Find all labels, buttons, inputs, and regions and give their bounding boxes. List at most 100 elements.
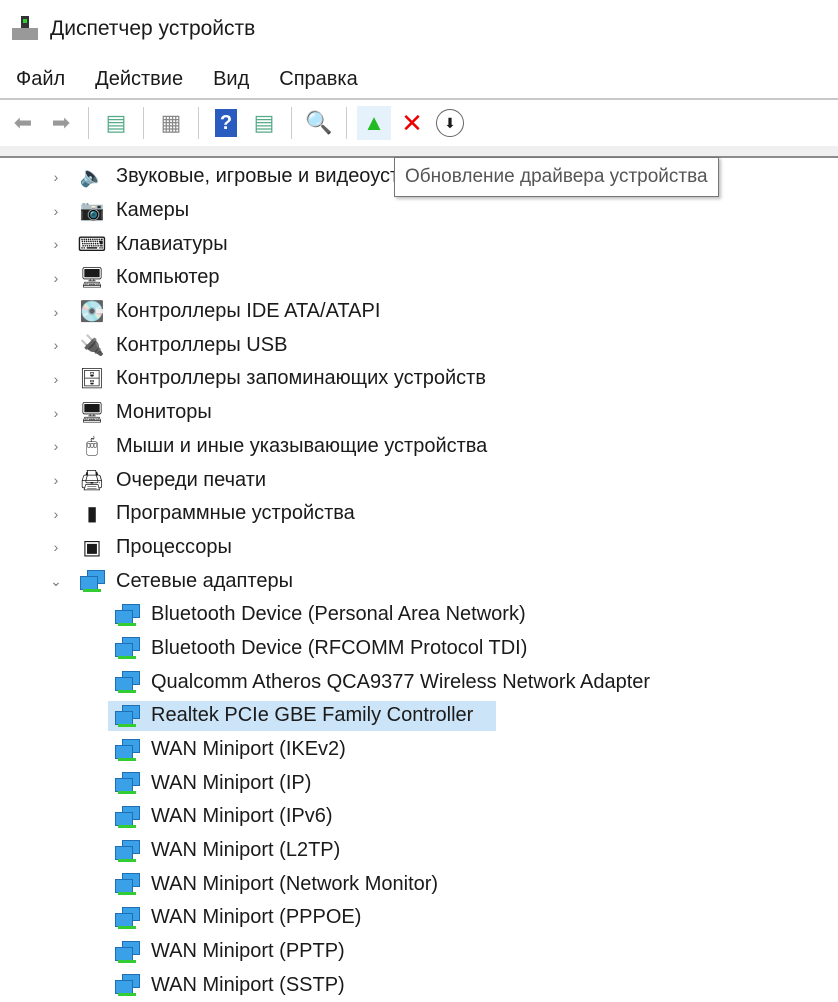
category-icon: ▮ (78, 502, 106, 526)
tree-item-network-adapter[interactable]: Bluetooth Device (Personal Area Network) (0, 598, 838, 632)
adapter-label: Realtek PCIe GBE Family Controller (151, 704, 473, 727)
category-icon: 📷 (78, 199, 106, 223)
menu-action[interactable]: Действие (79, 64, 197, 94)
device-manager-icon (12, 16, 38, 42)
category-icon: 💽 (78, 300, 106, 324)
tree-category[interactable]: › ⌨ Клавиатуры (0, 227, 838, 261)
category-icon: 🖥 (78, 266, 106, 290)
category-label: Мыши и иные указывающие устройства (116, 435, 487, 458)
chevron-right-icon[interactable]: › (50, 169, 62, 185)
category-label: Программные устройства (116, 502, 355, 525)
network-adapter-icon (113, 771, 141, 795)
menu-view[interactable]: Вид (197, 64, 263, 94)
update-driver-tooltip: Обновление драйвера устройства (394, 157, 719, 197)
category-icon: 🗄 (78, 367, 106, 391)
properties-button[interactable]: ▦ (154, 106, 188, 140)
scan-hardware-button[interactable]: 🔍 (302, 106, 336, 140)
adapter-label: Bluetooth Device (Personal Area Network) (151, 603, 526, 626)
category-icon: 🖥 (78, 401, 106, 425)
tree-item-network-adapter[interactable]: Realtek PCIe GBE Family Controller (0, 699, 838, 733)
network-adapter-icon (113, 738, 141, 762)
tree-category[interactable]: › 🔌 Контроллеры USB (0, 328, 838, 362)
tree-item-network-adapter[interactable]: WAN Miniport (L2TP) (0, 834, 838, 868)
chevron-right-icon[interactable]: › (50, 405, 62, 421)
tree-item-network-adapter[interactable]: WAN Miniport (PPPOE) (0, 901, 838, 935)
category-label: Процессоры (116, 536, 232, 559)
chevron-right-icon[interactable]: › (50, 304, 62, 320)
chevron-right-icon[interactable]: › (50, 203, 62, 219)
menu-file[interactable]: Файл (0, 64, 79, 94)
tree-category[interactable]: ⌄ Сетевые адаптеры (0, 564, 838, 598)
chevron-right-icon[interactable]: › (50, 371, 62, 387)
chevron-right-icon[interactable]: › (50, 506, 62, 522)
tree-item-network-adapter[interactable]: Bluetooth Device (RFCOMM Protocol TDI) (0, 632, 838, 666)
chevron-right-icon[interactable]: › (50, 337, 62, 353)
divider (0, 98, 838, 100)
chevron-right-icon[interactable]: › (50, 270, 62, 286)
chevron-right-icon[interactable]: › (50, 236, 62, 252)
toolbar-separator (291, 107, 292, 139)
tree-category[interactable]: › 💽 Контроллеры IDE ATA/ATAPI (0, 295, 838, 329)
adapter-label: WAN Miniport (L2TP) (151, 839, 340, 862)
tree-category[interactable]: › 🗄 Контроллеры запоминающих устройств (0, 362, 838, 396)
tree-item-network-adapter[interactable]: WAN Miniport (IKEv2) (0, 733, 838, 767)
network-adapter-icon (113, 704, 141, 728)
tree-category[interactable]: › ▮ Программные устройства (0, 497, 838, 531)
adapter-label: Qualcomm Atheros QCA9377 Wireless Networ… (151, 671, 650, 694)
toolbar-separator (143, 107, 144, 139)
tree-item-network-adapter[interactable]: WAN Miniport (SSTP) (0, 969, 838, 1002)
update-driver-button[interactable]: ▲ (357, 106, 391, 140)
disable-device-button[interactable]: ⬇ (433, 106, 467, 140)
chevron-down-icon[interactable]: ⌄ (50, 573, 62, 590)
chevron-right-icon[interactable]: › (50, 438, 62, 454)
tree-category[interactable]: › 📷 Камеры (0, 194, 838, 228)
network-adapter-icon (113, 906, 141, 930)
tree-category[interactable]: › 🖨 Очереди печати (0, 463, 838, 497)
help-icon: ? (215, 109, 237, 137)
tree-category[interactable]: › 🖱 Мыши и иные указывающие устройства (0, 430, 838, 464)
chevron-right-icon[interactable]: › (50, 472, 62, 488)
tree-item-network-adapter[interactable]: WAN Miniport (Network Monitor) (0, 867, 838, 901)
adapter-label: WAN Miniport (PPTP) (151, 940, 345, 963)
category-icon: ⌨ (78, 232, 106, 256)
tree-item-network-adapter[interactable]: WAN Miniport (IPv6) (0, 800, 838, 834)
uninstall-device-button[interactable]: ✕ (395, 106, 429, 140)
adapter-label: WAN Miniport (IKEv2) (151, 738, 346, 761)
category-label: Очереди печати (116, 469, 266, 492)
window-title-bar: Диспетчер устройств (12, 12, 255, 46)
category-label: Сетевые адаптеры (116, 570, 293, 593)
tree-category[interactable]: › 🖥 Мониторы (0, 396, 838, 430)
help-button[interactable]: ? (209, 106, 243, 140)
adapter-label: WAN Miniport (PPPOE) (151, 906, 361, 929)
toolbar-separator (198, 107, 199, 139)
show-action-pane-button[interactable]: ▤ (247, 106, 281, 140)
show-hide-console-tree-button[interactable]: ▤ (99, 106, 133, 140)
tree-item-network-adapter[interactable]: Qualcomm Atheros QCA9377 Wireless Networ… (0, 665, 838, 699)
tree-category[interactable]: › ▣ Процессоры (0, 531, 838, 565)
menu-help[interactable]: Справка (263, 64, 371, 94)
category-icon: 🔈 (78, 165, 106, 189)
network-adapter-icon (113, 805, 141, 829)
category-icon: 🔌 (78, 333, 106, 357)
tree-item-network-adapter[interactable]: WAN Miniport (PPTP) (0, 935, 838, 969)
window-title: Диспетчер устройств (50, 17, 255, 41)
category-icon (78, 569, 106, 593)
category-label: Контроллеры USB (116, 334, 287, 357)
category-icon: ▣ (78, 535, 106, 559)
tree-item-network-adapter[interactable]: WAN Miniport (IP) (0, 766, 838, 800)
adapter-label: WAN Miniport (SSTP) (151, 974, 345, 997)
forward-button[interactable]: ➡ (44, 106, 78, 140)
back-button[interactable]: ⬅ (6, 106, 40, 140)
category-icon: 🖱 (78, 434, 106, 458)
tree-category[interactable]: › 🖥 Компьютер (0, 261, 838, 295)
network-adapter-icon (113, 940, 141, 964)
toolbar: ⬅ ➡ ▤ ▦ ? ▤ 🔍 ▲ ✕ ⬇ (4, 104, 469, 142)
category-icon: 🖨 (78, 468, 106, 492)
toolbar-separator (346, 107, 347, 139)
adapter-label: Bluetooth Device (RFCOMM Protocol TDI) (151, 637, 527, 660)
category-label: Камеры (116, 199, 189, 222)
network-adapter-icon (113, 839, 141, 863)
menu-bar: Файл Действие Вид Справка (0, 64, 372, 94)
category-label: Мониторы (116, 401, 212, 424)
chevron-right-icon[interactable]: › (50, 539, 62, 555)
